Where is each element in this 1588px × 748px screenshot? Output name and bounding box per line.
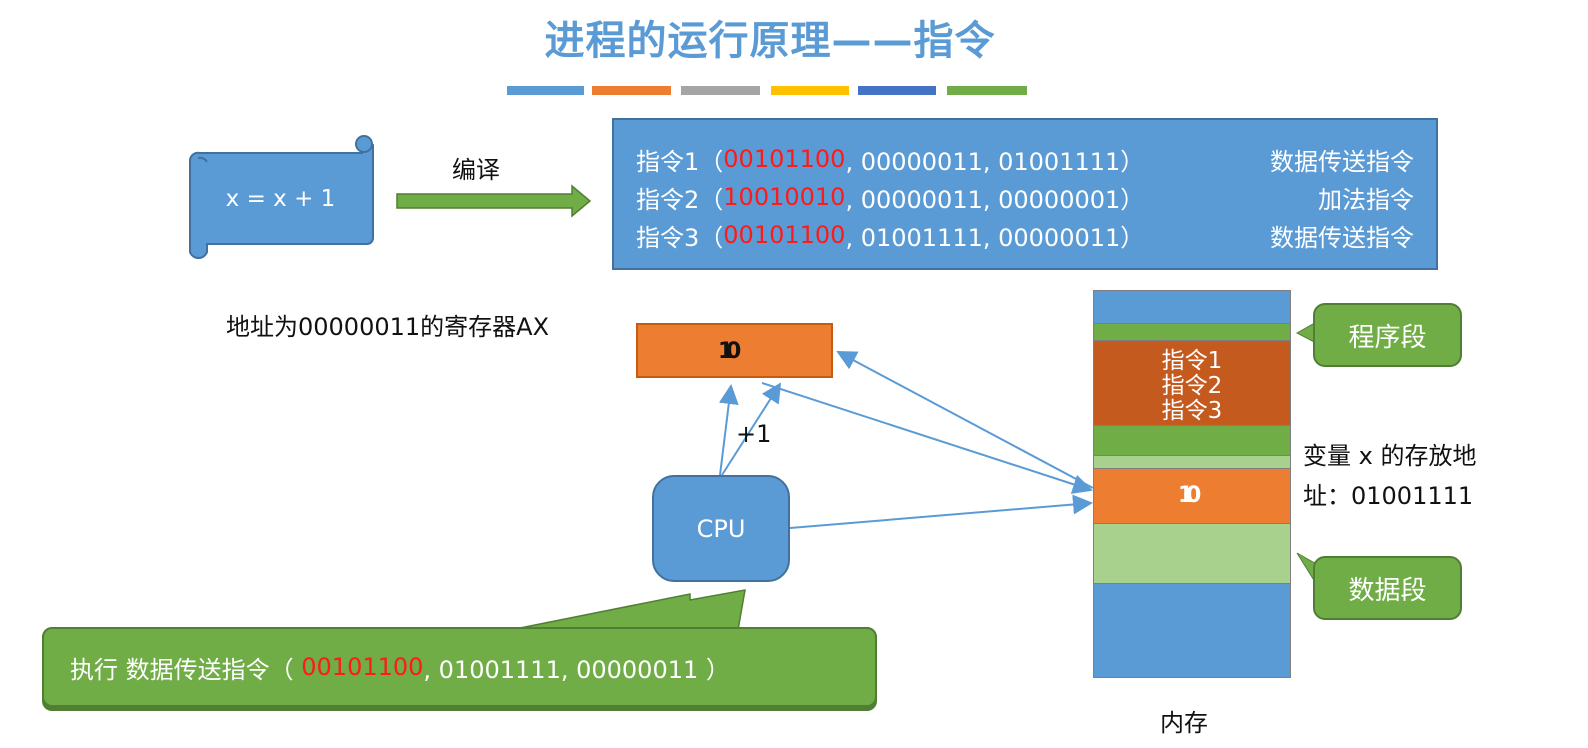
operands: , 01001111, 00000011） [845,223,1145,252]
memory-instr-3: 指令3 [1161,398,1223,423]
instruction-type: 数据传送指令 [1270,223,1414,252]
paren: （ [699,147,724,176]
operands: , 00000011, 00000001） [845,185,1145,214]
paren: （ [699,223,724,252]
register-label: 地址为00000011的寄存器AX [226,313,550,341]
source-code-text: x = x + 1 [225,186,336,212]
cpu: CPU [652,475,790,582]
memory-program-bottom [1093,425,1291,456]
memory-data-bottom [1093,523,1291,584]
instruction-row: 指令2 （10010010, 00000011, 00000001） 加法指令 [636,178,1414,216]
data-segment-callout: 数据段 [1313,556,1462,620]
exec-opcode: 00101100 [301,653,424,681]
execute-callout: 执行 数据传送指令（ 00101100, 01001111, 00000011 … [42,627,877,707]
memory-label: 内存 [1160,709,1208,737]
instruction-row: 指令1 （00101100, 00000011, 01001111） 数据传送指令 [636,140,1414,178]
plus-one-label: +1 [736,420,772,448]
memory-variable-x: 1 0 [1093,468,1291,524]
exec-callout-pointer [509,589,746,631]
instruction-list-box: 指令1 （00101100, 00000011, 01001111） 数据传送指令 … [612,118,1438,270]
register-value-new: 0 [726,339,742,364]
exec-prefix: 执行 数据传送指令（ [70,655,302,684]
instruction-name: 指令2 [636,185,700,214]
opcode: 00101100 [723,145,846,173]
memory-instr-2: 指令2 [1161,373,1223,399]
memory-block-top [1093,290,1291,324]
instruction-row: 指令3 （00101100, 01001111, 00000011） 数据传送指令 [636,216,1414,254]
compile-label: 编译 [452,156,500,184]
memory-instr-1: 指令1 [1161,348,1223,374]
compile-arrow [396,184,592,218]
variable-address-label-1: 变量 x 的存放地 [1303,442,1477,470]
exec-operands: , 01001111, 00000011 ） [423,655,730,684]
cpu-to-memory-arrow [789,494,1093,529]
memory-instructions: 指令1 指令2 指令3 [1093,340,1291,426]
variable-address-label-2: 址：01001111 [1303,482,1474,510]
memory-data-top [1093,455,1291,469]
program-segment-callout: 程序段 [1313,303,1462,367]
memory-program-top [1093,323,1291,341]
paren: （ [699,185,724,214]
opcode: 10010010 [723,183,846,211]
opcode: 00101100 [723,221,846,249]
instruction-type: 加法指令 [1318,185,1414,214]
variable-value-new: 0 [1186,483,1202,508]
instruction-name: 指令3 [636,223,700,252]
register-ax: 1 0 [636,323,833,378]
operands: , 00000011, 01001111） [845,147,1145,176]
instruction-name: 指令1 [636,147,700,176]
instruction-type: 数据传送指令 [1270,147,1414,176]
memory-block-bottom [1093,583,1291,678]
